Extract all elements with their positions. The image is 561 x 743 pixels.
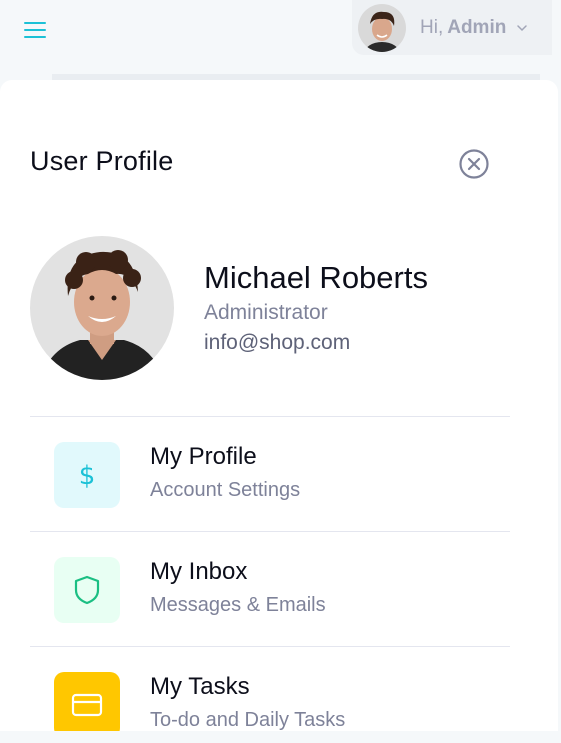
profile-email-link[interactable]: info@shop.com: [204, 331, 350, 355]
menu-item-subtitle: Messages & Emails: [150, 594, 326, 616]
profile-role: Administrator: [204, 301, 328, 324]
menu-item-my-tasks[interactable]: My Tasks To-do and Daily Tasks: [30, 647, 510, 743]
user-menu-toggle[interactable]: Hi, Admin: [352, 0, 552, 55]
menu-item-subtitle: To-do and Daily Tasks: [150, 709, 346, 731]
chevron-down-icon: [517, 24, 528, 31]
user-profile-panel: User Profile Michael Roberts Administrat…: [0, 80, 558, 743]
top-bar: Hi, Admin: [0, 0, 561, 80]
greeting-text: Hi, Admin: [420, 17, 506, 39]
profile-name: Michael Roberts: [204, 260, 428, 295]
bottom-strip: [0, 731, 561, 743]
panel-title: User Profile: [30, 146, 174, 176]
menu-item-subtitle: Account Settings: [150, 479, 301, 501]
dollar-icon: $: [54, 442, 120, 508]
close-circle-icon[interactable]: [458, 148, 490, 180]
menu-item-title: My Inbox: [150, 558, 248, 585]
card-icon: [54, 672, 120, 738]
menu-item-title: My Profile: [150, 443, 257, 470]
avatar: [358, 3, 406, 52]
svg-text:$: $: [79, 461, 96, 489]
profile-avatar: [30, 236, 174, 380]
shield-icon: [54, 557, 120, 623]
greeting-label: Hi,: [420, 16, 444, 38]
hamburger-icon[interactable]: [22, 18, 50, 42]
header-user-name: Admin: [447, 16, 507, 38]
menu-item-my-inbox[interactable]: My Inbox Messages & Emails: [30, 532, 510, 646]
menu-item-title: My Tasks: [150, 673, 250, 700]
menu-item-my-profile[interactable]: $ My Profile Account Settings: [30, 417, 510, 531]
